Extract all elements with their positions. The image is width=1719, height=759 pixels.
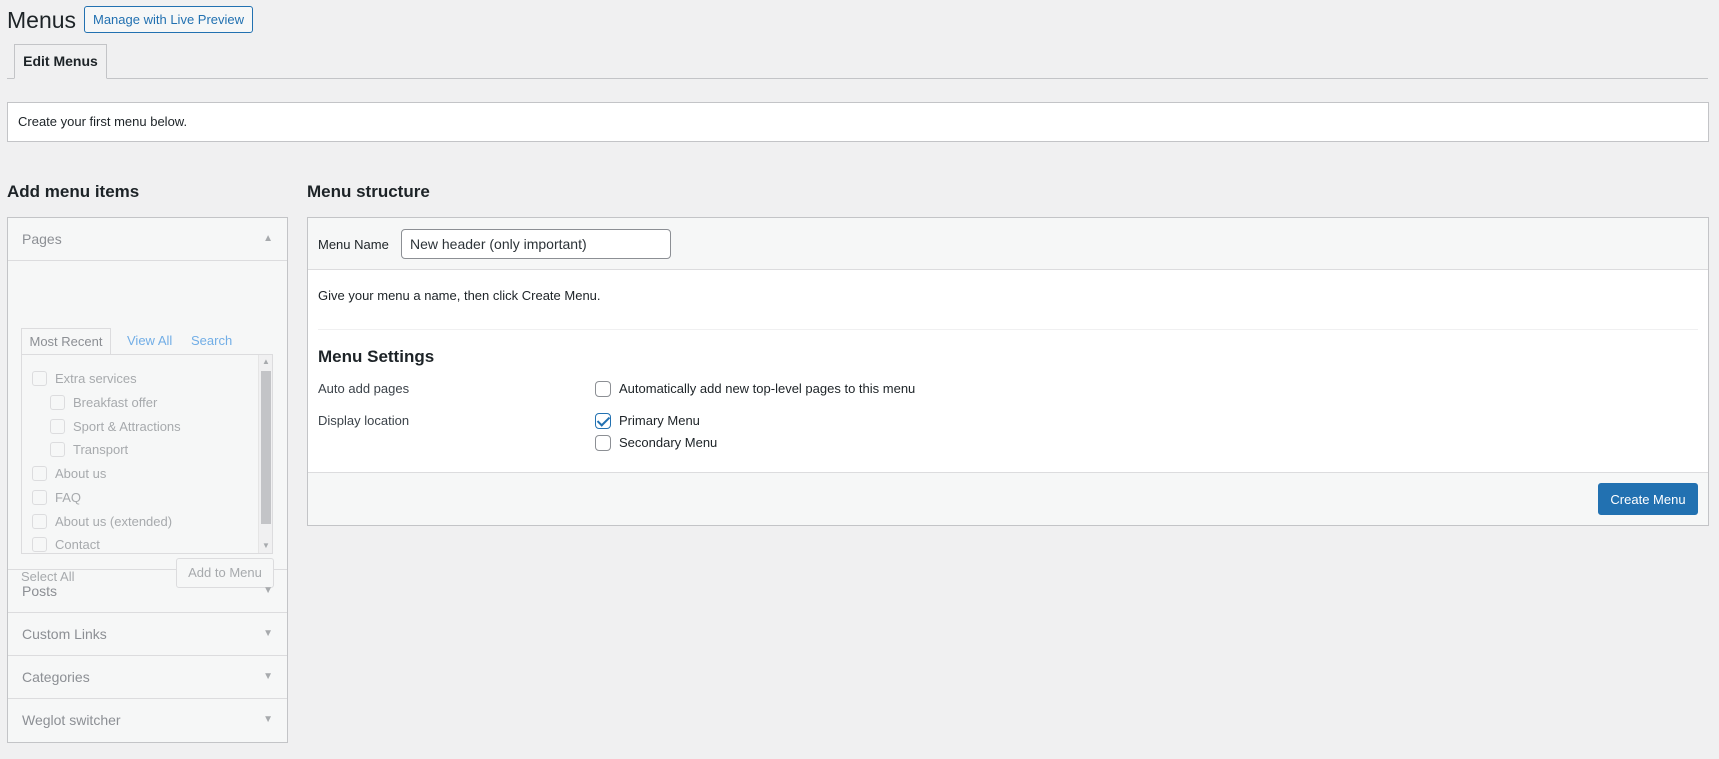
page-title: Menus <box>7 7 77 33</box>
checkbox[interactable] <box>50 419 65 435</box>
menu-hint-text: Give your menu a name, then click Create… <box>318 288 601 303</box>
add-menu-items-accordion: Pages ▲ Most Recent View All Search Extr… <box>7 217 288 743</box>
list-item[interactable]: Breakfast offer <box>50 393 157 413</box>
auto-add-checkbox[interactable] <box>595 380 611 397</box>
list-item[interactable]: FAQ <box>32 488 81 508</box>
chevron-down-icon: ▼ <box>263 671 273 682</box>
chevron-down-icon: ▼ <box>263 585 273 596</box>
auto-add-option[interactable]: Automatically add new top-level pages to… <box>595 380 915 398</box>
accordion-weglot-switcher-label: Weglot switcher <box>22 712 121 728</box>
chevron-up-icon: ▲ <box>263 233 273 244</box>
list-item[interactable]: Extra services <box>32 369 137 389</box>
manage-live-preview-button[interactable]: Manage with Live Preview <box>84 6 254 33</box>
list-item[interactable]: Sport & Attractions <box>50 417 181 437</box>
menu-name-bar: Menu Name <box>308 218 1708 270</box>
scrollbar-thumb[interactable] <box>261 371 271 524</box>
list-item[interactable]: About us <box>32 464 106 484</box>
add-menu-items-heading: Add menu items <box>7 182 140 201</box>
checkbox[interactable] <box>50 442 65 458</box>
accordion-custom-links[interactable]: Custom Links ▼ <box>8 613 287 656</box>
checkbox[interactable] <box>32 514 47 530</box>
list-item[interactable]: Transport <box>50 440 128 460</box>
accordion-posts-label: Posts <box>22 583 58 599</box>
scroll-down-arrow-icon[interactable]: ▼ <box>259 539 272 553</box>
display-location-label: Display location <box>318 413 410 428</box>
menu-structure-heading: Menu structure <box>307 182 430 201</box>
menu-name-input[interactable] <box>401 229 671 259</box>
scroll-up-arrow-icon[interactable]: ▲ <box>259 355 272 369</box>
accordion-posts[interactable]: Posts ▼ <box>8 570 287 613</box>
chevron-down-icon: ▼ <box>263 714 273 725</box>
tab-edit-menus[interactable]: Edit Menus <box>14 44 107 79</box>
accordion-categories[interactable]: Categories ▼ <box>8 656 287 699</box>
primary-menu-checkbox[interactable] <box>595 412 611 429</box>
list-item[interactable]: About us (extended) <box>32 512 172 532</box>
accordion-weglot-switcher[interactable]: Weglot switcher ▼ <box>8 699 287 742</box>
list-item[interactable]: Contact <box>32 535 100 553</box>
accordion-pages-label: Pages <box>22 231 62 247</box>
menu-name-label: Menu Name <box>318 237 389 252</box>
create-menu-button[interactable]: Create Menu <box>1598 483 1698 515</box>
menu-structure-panel: Menu Name Give your menu a name, then cl… <box>307 217 1709 526</box>
tab-search[interactable]: Search <box>191 328 232 354</box>
auto-add-pages-label: Auto add pages <box>318 381 410 396</box>
accordion-categories-label: Categories <box>22 669 90 685</box>
checkbox[interactable] <box>32 466 47 482</box>
pages-panel: Most Recent View All Search Extra servic… <box>8 261 287 588</box>
tab-most-recent[interactable]: Most Recent <box>21 328 111 354</box>
accordion-pages[interactable]: Pages ▲ <box>8 218 287 261</box>
secondary-menu-checkbox[interactable] <box>595 434 611 451</box>
menu-footer: Create Menu <box>308 472 1708 525</box>
divider <box>318 329 1698 330</box>
checkbox[interactable] <box>32 490 47 506</box>
checkbox[interactable] <box>32 371 47 387</box>
accordion-custom-links-label: Custom Links <box>22 626 107 642</box>
checkbox[interactable] <box>32 537 47 553</box>
checkbox[interactable] <box>50 395 65 411</box>
menu-settings-title: Menu Settings <box>318 347 435 366</box>
tabs-divider <box>7 78 1708 79</box>
primary-menu-option[interactable]: Primary Menu <box>595 412 700 430</box>
scrollbar[interactable]: ▲ ▼ <box>258 355 272 553</box>
secondary-menu-option[interactable]: Secondary Menu <box>595 434 717 452</box>
pages-checklist: Extra services Breakfast offer Sport & A… <box>21 354 273 554</box>
tab-view-all[interactable]: View All <box>127 328 172 354</box>
chevron-down-icon: ▼ <box>263 628 273 639</box>
notice-banner: Create your first menu below. <box>7 102 1709 142</box>
